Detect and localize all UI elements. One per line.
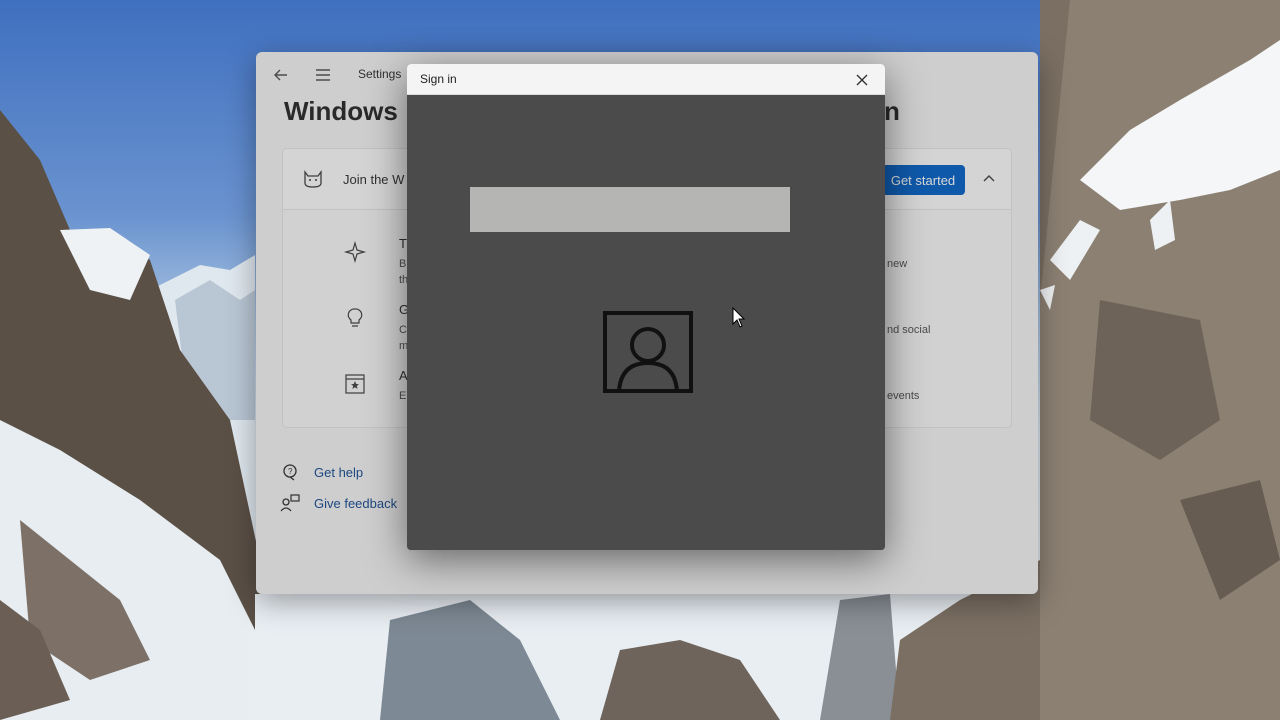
page-title: Windows n bbox=[284, 96, 900, 127]
app-title: Settings bbox=[358, 67, 402, 81]
get-help-link[interactable]: ? Get help bbox=[280, 462, 363, 482]
benefit-desc-right: nd social bbox=[887, 324, 931, 336]
dialog-body bbox=[407, 95, 885, 550]
benefit-desc: E bbox=[399, 390, 407, 402]
signin-dialog: Sign in bbox=[407, 64, 885, 550]
user-account-icon bbox=[603, 311, 693, 393]
feedback-icon bbox=[280, 493, 300, 513]
benefit-desc: C bbox=[399, 324, 407, 336]
mouse-cursor-icon bbox=[732, 306, 746, 329]
dialog-title: Sign in bbox=[420, 72, 457, 86]
lightbulb-icon bbox=[343, 306, 367, 330]
page-title-text: Windows bbox=[284, 96, 398, 126]
loading-placeholder-bar bbox=[470, 187, 790, 232]
help-chat-icon: ? bbox=[280, 462, 300, 482]
close-icon[interactable] bbox=[853, 71, 871, 89]
get-help-label[interactable]: Get help bbox=[314, 465, 363, 480]
sparkle-icon bbox=[343, 240, 367, 264]
give-feedback-link[interactable]: Give feedback bbox=[280, 493, 397, 513]
benefit-title: T bbox=[399, 236, 407, 251]
chevron-up-icon[interactable] bbox=[979, 169, 999, 189]
cat-icon bbox=[301, 167, 325, 191]
page-title-tail: n bbox=[884, 96, 900, 126]
benefit-desc-right: new bbox=[887, 258, 908, 270]
hamburger-menu-icon[interactable] bbox=[312, 64, 334, 86]
benefit-desc-right: events bbox=[887, 390, 920, 402]
give-feedback-label[interactable]: Give feedback bbox=[314, 496, 397, 511]
dialog-header: Sign in bbox=[407, 64, 885, 95]
star-badge-icon bbox=[343, 372, 367, 396]
back-arrow-icon[interactable] bbox=[270, 64, 292, 86]
join-label: Join the W bbox=[343, 172, 405, 187]
get-started-button[interactable]: Get started bbox=[881, 165, 965, 195]
benefit-desc: B bbox=[399, 258, 407, 270]
svg-text:?: ? bbox=[288, 467, 293, 476]
